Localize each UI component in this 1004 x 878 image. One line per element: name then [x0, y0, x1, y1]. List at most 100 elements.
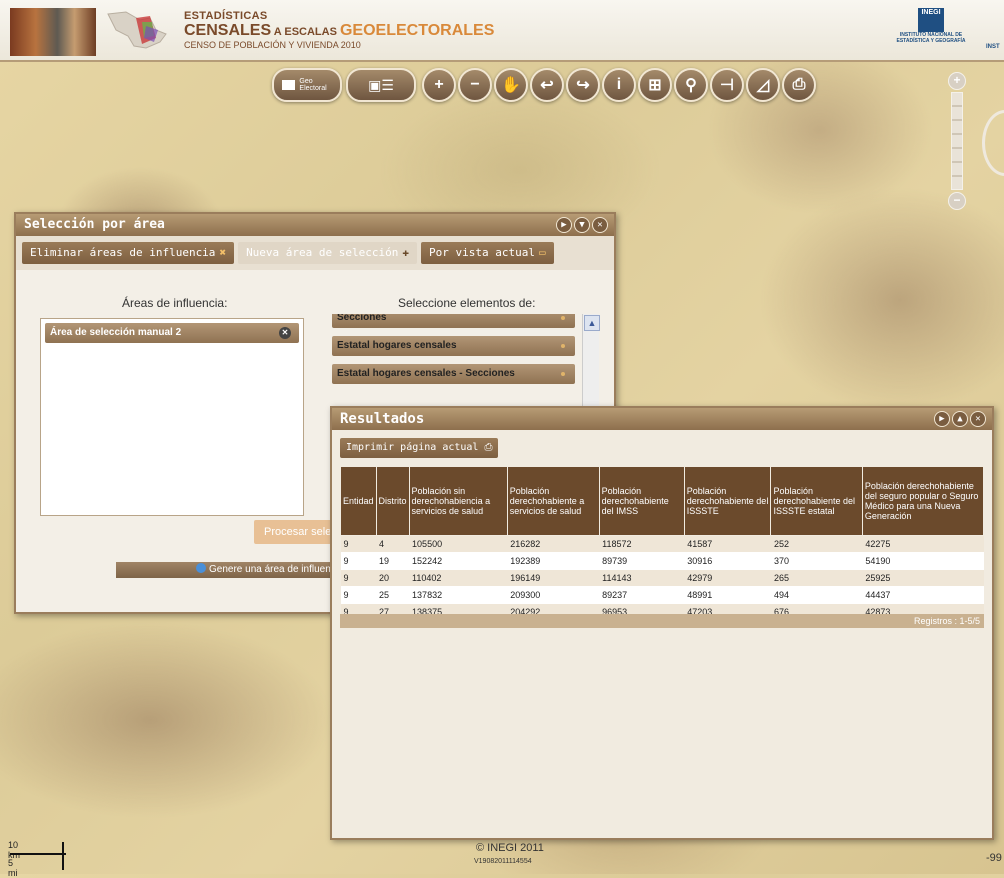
resultados-title: Resultados ▶ ▲ ✕	[332, 408, 992, 430]
table-cell: 137832	[409, 586, 508, 604]
element-label: Secciones	[337, 314, 387, 323]
close-icon[interactable]: ✕	[592, 217, 608, 233]
title-geoelectorales: GEOELECTORALES	[339, 22, 495, 39]
table-cell: 9	[340, 569, 377, 587]
elements-scrollbar[interactable]: ▲	[582, 314, 600, 408]
element-item-estatal-hogares-secciones[interactable]: Estatal hogares censales - Secciones	[332, 364, 575, 384]
inegi-logo-mark: INEGI	[918, 8, 944, 32]
zoom-in-button[interactable]: +	[422, 68, 456, 102]
element-item-secciones[interactable]: Secciones	[332, 314, 575, 328]
pan-control[interactable]	[982, 110, 1004, 176]
geo-electoral-button[interactable]: Geo Electoral	[272, 68, 342, 102]
pan-hand-button[interactable]: ✋	[494, 68, 528, 102]
scroll-up-icon[interactable]: ▲	[584, 315, 600, 331]
back-arrow-icon: ↩	[540, 77, 554, 94]
table-cell: 110402	[409, 569, 508, 587]
table-cell: 9	[340, 535, 377, 553]
table-cell: 118572	[599, 535, 685, 553]
table-row[interactable]: 9 4 105500 216282 118572 41587 252 42275	[340, 535, 984, 553]
zoom-minus-button[interactable]: −	[948, 192, 966, 210]
title-line1: ESTADÍSTICAS	[184, 10, 268, 22]
zoom-out-button[interactable]: −	[458, 68, 492, 102]
print-button[interactable]: ⎙	[782, 68, 816, 102]
next-icon[interactable]: ▶	[556, 217, 572, 233]
genere-label: Genere una área de influenc	[209, 564, 336, 575]
table-cell: 196149	[507, 569, 600, 587]
tab-eliminar-label: Eliminar áreas de influencia	[30, 246, 216, 259]
column-header: Población derechohabiente del seguro pop…	[861, 466, 985, 536]
dot-icon	[561, 316, 565, 320]
coordinate-readout: -99	[986, 852, 1002, 864]
table-row[interactable]: 9 20 110402 196149 114143 42979 265 25925	[340, 569, 984, 587]
inegi-logo-text: INSTITUTO NACIONAL DE ESTADÍSTICA Y GEOG…	[896, 32, 966, 44]
tab-por-vista[interactable]: Por vista actual ▭	[421, 242, 554, 264]
forward-arrow-icon: ↪	[576, 77, 590, 94]
table-cell: 494	[770, 586, 863, 604]
tab-eliminar-areas[interactable]: Eliminar áreas de influencia ✖	[22, 242, 235, 264]
table-cell: 105500	[409, 535, 508, 553]
version: V19082011114554	[474, 858, 532, 865]
table-cell: 41587	[684, 535, 771, 553]
info-icon: i	[616, 76, 622, 93]
element-item-estatal-hogares[interactable]: Estatal hogares censales	[332, 336, 575, 356]
info-button[interactable]: i	[602, 68, 636, 102]
table-cell: 44437	[862, 586, 984, 604]
table-row[interactable]: 9 25 137832 209300 89237 48991 494 44437	[340, 586, 984, 604]
area-measure-button[interactable]: ◿	[746, 68, 780, 102]
tab-vista-label: Por vista actual	[429, 246, 535, 259]
measure-button[interactable]: ⊣	[710, 68, 744, 102]
column-header: Entidad	[340, 466, 377, 536]
next-icon[interactable]: ▶	[934, 411, 950, 427]
table-cell: 42979	[684, 569, 771, 587]
genere-area-button[interactable]: Genere una área de influenc	[116, 562, 346, 578]
resultados-title-text: Resultados	[340, 411, 425, 427]
remove-area-icon[interactable]: ✕	[279, 327, 291, 339]
seleccion-window-controls: ▶ ▼ ✕	[556, 217, 608, 233]
element-label: Estatal hogares censales - Secciones	[337, 368, 515, 379]
areas-list: Área de selección manual 2 ✕	[40, 318, 304, 516]
table-header-row: Entidad Distrito Población sin derechohabi…	[340, 466, 985, 536]
geo-electoral-label: Geo Electoral	[299, 78, 327, 92]
table-row[interactable]: 9 19 152242 192389 89739 30916 370 54190	[340, 552, 984, 570]
pin-button[interactable]: ⚲	[674, 68, 708, 102]
table-body: 9 4 105500 216282 118572 41587 252 42275 9 19 1522…	[340, 535, 984, 621]
table-cell: 20	[376, 569, 410, 587]
element-label: Estatal hogares censales	[337, 340, 457, 351]
table-cell: 9	[340, 552, 377, 570]
plus-icon: ✚	[402, 246, 410, 259]
back-arrow-button[interactable]: ↩	[530, 68, 564, 102]
table-cell: 9	[340, 586, 377, 604]
imprimir-button[interactable]: Imprimir página actual ⎙	[340, 438, 499, 458]
layers-button[interactable]: ▣☰	[346, 68, 416, 102]
column-header: Población derechohabiente del IMSS	[598, 466, 685, 536]
forward-arrow-button[interactable]: ↪	[566, 68, 600, 102]
collapse-icon[interactable]: ▼	[574, 217, 590, 233]
table-cell: 25	[376, 586, 410, 604]
table-cell: 42275	[862, 535, 984, 553]
zoom-slider: + −	[946, 72, 966, 210]
table-cell: 265	[770, 569, 863, 587]
close-icon: ✖	[219, 246, 227, 259]
close-icon[interactable]: ✕	[970, 411, 986, 427]
table-cell: 25925	[862, 569, 984, 587]
table-cell: 252	[770, 535, 863, 553]
binoculars-button[interactable]: ⊞	[638, 68, 672, 102]
zoom-track[interactable]	[951, 92, 963, 190]
dot-icon	[561, 344, 565, 348]
seleccion-title: Selección por área ▶ ▼ ✕	[16, 214, 614, 236]
column-header: Población derechohabiente del ISSSTE est…	[770, 466, 863, 536]
scale-km: 10 km	[8, 840, 20, 860]
resultados-window-controls: ▶ ▲ ✕	[934, 411, 986, 427]
resultados-panel: Resultados ▶ ▲ ✕ Imprimir página actual …	[330, 406, 994, 840]
tab-nueva-label: Nueva área de selección	[246, 246, 399, 259]
scale-tick	[62, 842, 64, 870]
column-header: Población derechohabiente del ISSSTE	[683, 466, 772, 536]
tab-nueva-area[interactable]: Nueva área de selección ✚	[238, 242, 418, 264]
mexico-map-logo	[107, 11, 167, 49]
zoom-plus-button[interactable]: +	[948, 72, 966, 90]
expand-icon[interactable]: ▲	[952, 411, 968, 427]
area-item[interactable]: Área de selección manual 2 ✕	[45, 323, 299, 343]
title-subtitle: CENSO DE POBLACIÓN Y VIVIENDA 2010	[184, 40, 361, 50]
measure-icon: ⊣	[720, 77, 734, 94]
pin-icon: ⚲	[685, 77, 697, 94]
